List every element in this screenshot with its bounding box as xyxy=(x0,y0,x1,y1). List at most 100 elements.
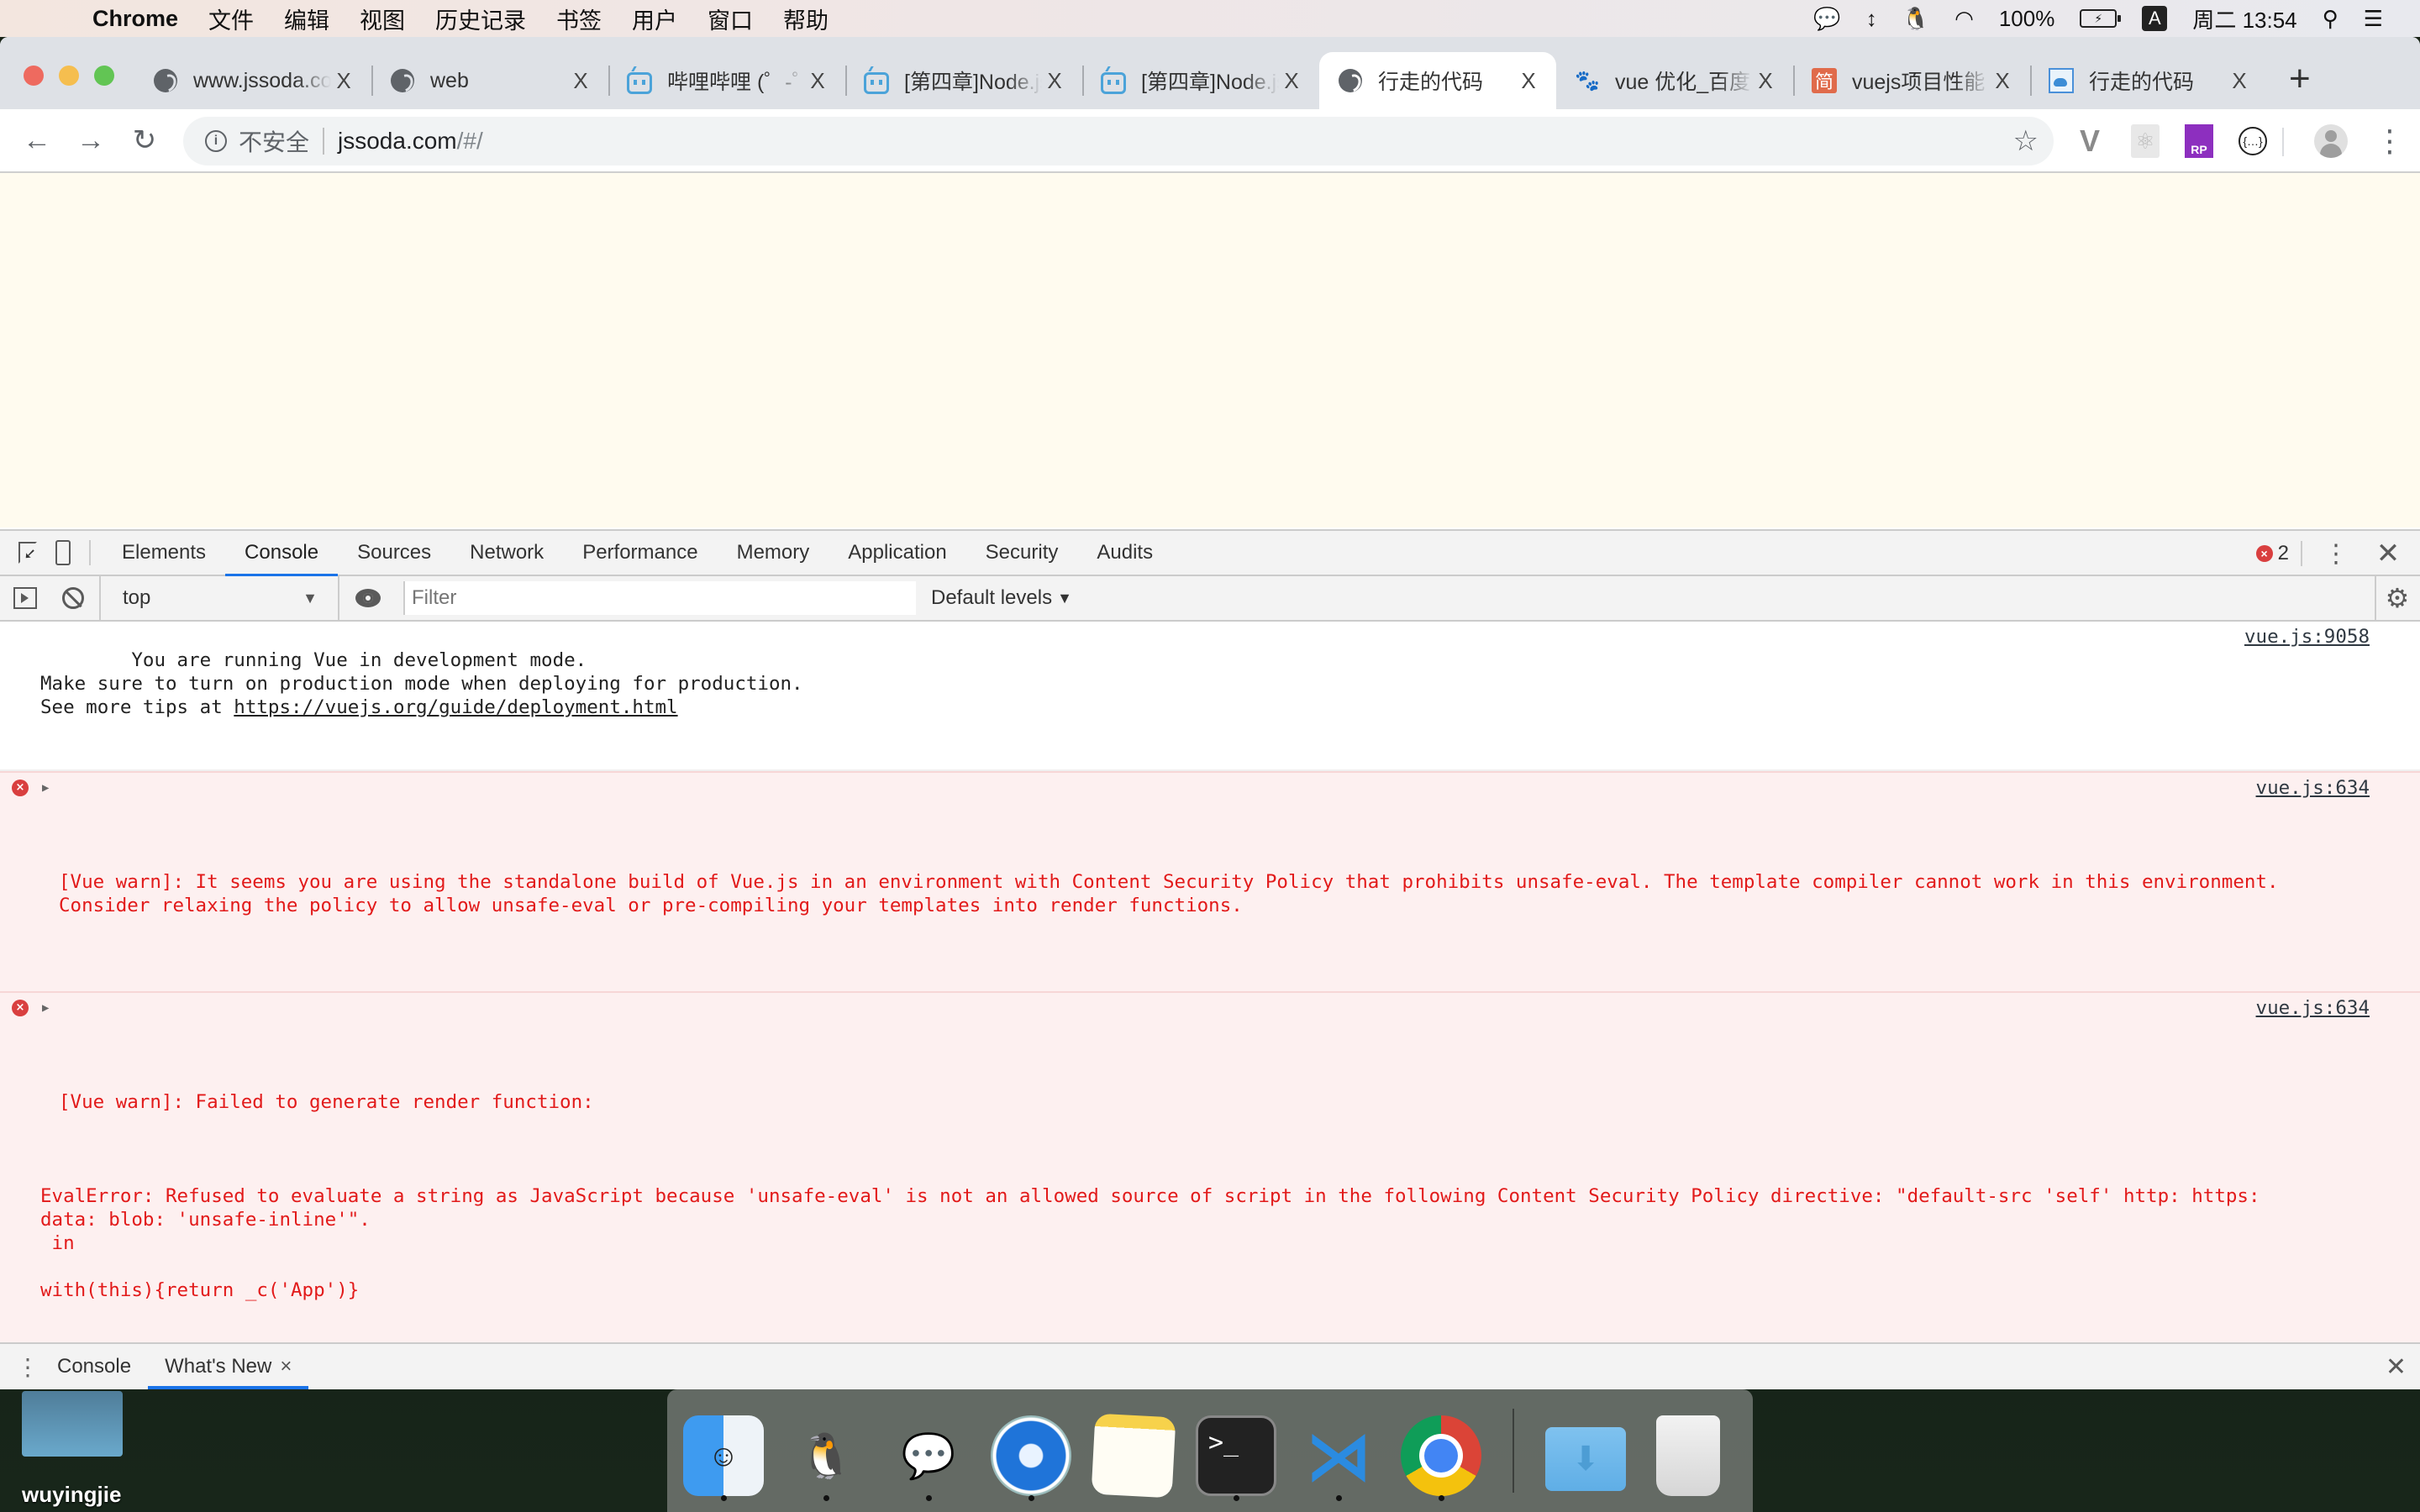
drawer-menu-icon[interactable]: ⋮ xyxy=(15,1353,40,1381)
menu-people[interactable]: 用户 xyxy=(632,3,677,35)
devtools-menu-icon[interactable]: ⋮ xyxy=(2321,539,2351,569)
dock-qq[interactable]: 🐧 xyxy=(785,1400,867,1501)
dock-chrome[interactable] xyxy=(1400,1400,1482,1501)
desktop-icon-label[interactable]: wuyingjie xyxy=(22,1482,121,1508)
qq-status-icon[interactable]: 🐧 xyxy=(1902,5,1929,32)
address-bar[interactable]: i 不安全 jssoda.com /#/ ☆ xyxy=(183,117,2054,165)
tab-close-icon[interactable]: X xyxy=(1990,68,2015,94)
dock-vscode[interactable]: ⋊ xyxy=(1297,1400,1380,1501)
browser-tab[interactable]: 行走的代码 X xyxy=(2030,52,2267,109)
new-tab-button[interactable]: + xyxy=(2289,60,2311,97)
vue-devtools-extension-icon[interactable]: V xyxy=(2075,123,2104,158)
deployment-guide-link[interactable]: https://vuejs.org/guide/deployment.html xyxy=(234,696,677,718)
notification-center-icon[interactable]: ☰ xyxy=(2364,5,2383,32)
dock-safari[interactable] xyxy=(990,1400,1072,1501)
sync-arrows-icon[interactable]: ↕ xyxy=(1866,5,1877,32)
source-link[interactable]: vue.js:9058 xyxy=(2244,625,2370,648)
context-selector[interactable]: top ▼ xyxy=(99,575,334,621)
console-sidebar-toggle-icon[interactable] xyxy=(13,587,37,609)
console-filter-input[interactable] xyxy=(403,581,916,615)
close-drawer-icon[interactable]: ✕ xyxy=(2386,1352,2407,1382)
spotlight-search-icon[interactable]: ⚲ xyxy=(2323,5,2338,32)
tab-close-icon[interactable]: X xyxy=(805,68,830,94)
dock-trash[interactable] xyxy=(1647,1400,1729,1501)
close-window-button[interactable] xyxy=(24,66,44,86)
menu-help[interactable]: 帮助 xyxy=(783,3,829,35)
source-link[interactable]: vue.js:634 xyxy=(2256,776,2370,800)
chrome-menu-icon[interactable]: ⋮ xyxy=(2375,126,2405,156)
tab-performance[interactable]: Performance xyxy=(563,530,717,575)
axure-rp-extension-icon[interactable]: RP xyxy=(2185,124,2213,158)
log-levels-dropdown[interactable]: Default levels ▼ xyxy=(931,586,1072,610)
maximize-window-button[interactable] xyxy=(94,66,114,86)
dock-finder[interactable]: ☺ xyxy=(682,1400,765,1501)
browser-tab[interactable]: 简 vuejs项目性能 X xyxy=(1793,52,2030,109)
browser-tab-active[interactable]: 行走的代码 X xyxy=(1319,52,1556,109)
dock-terminal[interactable]: >_ xyxy=(1195,1400,1277,1501)
expand-triangle-icon[interactable]: ▶ xyxy=(42,776,49,800)
tab-sources[interactable]: Sources xyxy=(338,530,450,575)
browser-tab[interactable]: 哔哩哔哩 (゜-゜)つロ X xyxy=(608,52,845,109)
source-link[interactable]: vue.js:634 xyxy=(2256,996,2370,1020)
back-button[interactable]: ← xyxy=(10,124,64,157)
wifi-icon[interactable]: ◠ xyxy=(1954,5,1974,32)
browser-tab[interactable]: [第四章]Node.js X xyxy=(845,52,1082,109)
device-toolbar-icon[interactable] xyxy=(45,535,81,570)
menu-window[interactable]: 窗口 xyxy=(708,3,753,35)
tab-close-icon[interactable]: X xyxy=(1279,68,1304,94)
menu-edit[interactable]: 编辑 xyxy=(284,3,329,35)
tab-close-icon[interactable]: X xyxy=(568,68,593,94)
url-path[interactable]: /#/ xyxy=(457,128,483,155)
tab-close-icon[interactable]: X xyxy=(1753,68,1778,94)
tab-close-icon[interactable]: X xyxy=(1516,68,1541,94)
dock-wechat[interactable]: 💬 xyxy=(887,1400,970,1501)
minimize-window-button[interactable] xyxy=(59,66,79,86)
inspect-element-icon[interactable] xyxy=(10,535,45,570)
browser-tab[interactable]: 🐾 vue 优化_百度 X xyxy=(1556,52,1793,109)
browser-tab[interactable]: web X xyxy=(371,52,608,109)
drawer-tab-whats-new[interactable]: What's New × xyxy=(148,1344,309,1389)
tab-close-icon[interactable]: X xyxy=(2227,68,2252,94)
menu-app-name[interactable]: Chrome xyxy=(92,6,178,32)
battery-icon[interactable]: ⚡ xyxy=(2080,9,2122,28)
error-count-badge[interactable]: × 2 xyxy=(2255,542,2289,565)
browser-tab[interactable]: www.jssoda.com X xyxy=(134,52,371,109)
tab-elements[interactable]: Elements xyxy=(103,530,225,575)
menu-view[interactable]: 视图 xyxy=(360,3,405,35)
dock-downloads[interactable]: ⬇ xyxy=(1544,1400,1627,1501)
close-tab-icon[interactable]: × xyxy=(280,1355,292,1378)
security-label[interactable]: 不安全 xyxy=(239,124,309,158)
drawer-tab-console[interactable]: Console xyxy=(40,1344,148,1389)
tab-close-icon[interactable]: X xyxy=(1042,68,1067,94)
console-settings-gear-icon[interactable]: ⚙ xyxy=(2375,575,2409,621)
error-text: [Vue warn]: It seems you are using the s… xyxy=(59,871,2291,916)
tab-audits[interactable]: Audits xyxy=(1077,530,1172,575)
profile-avatar[interactable] xyxy=(2314,124,2348,158)
tab-close-icon[interactable]: X xyxy=(331,68,356,94)
tab-network[interactable]: Network xyxy=(450,530,563,575)
clear-console-icon[interactable] xyxy=(62,587,84,609)
close-devtools-icon[interactable]: ✕ xyxy=(2368,537,2408,570)
bookmark-star-icon[interactable]: ☆ xyxy=(2013,124,2039,158)
url-host[interactable]: jssoda.com xyxy=(338,128,457,155)
reload-button[interactable]: ↻ xyxy=(118,123,171,157)
tab-security[interactable]: Security xyxy=(966,530,1078,575)
json-viewer-extension-icon[interactable]: {…} xyxy=(2238,127,2267,155)
menu-bookmarks[interactable]: 书签 xyxy=(556,3,602,35)
dock-notes[interactable] xyxy=(1091,1400,1176,1501)
tab-memory[interactable]: Memory xyxy=(718,530,829,575)
input-method-icon[interactable]: A xyxy=(2142,6,2168,31)
menu-history[interactable]: 历史记录 xyxy=(435,3,526,35)
clock[interactable]: 周二 13:54 xyxy=(2192,3,2296,34)
react-devtools-extension-icon[interactable]: ⚛ xyxy=(2131,124,2160,158)
browser-tab[interactable]: [第四章]Node.js X xyxy=(1082,52,1319,109)
forward-button[interactable]: → xyxy=(64,124,118,157)
desktop-folder-icon[interactable] xyxy=(22,1391,123,1457)
live-expression-eye-icon[interactable] xyxy=(338,575,397,621)
wechat-status-icon[interactable]: 💬 xyxy=(1813,5,1840,32)
info-icon[interactable]: i xyxy=(205,130,227,152)
tab-console[interactable]: Console xyxy=(225,530,339,577)
tab-application[interactable]: Application xyxy=(829,530,965,575)
menu-file[interactable]: 文件 xyxy=(208,3,254,35)
expand-triangle-icon[interactable]: ▶ xyxy=(42,996,49,1020)
